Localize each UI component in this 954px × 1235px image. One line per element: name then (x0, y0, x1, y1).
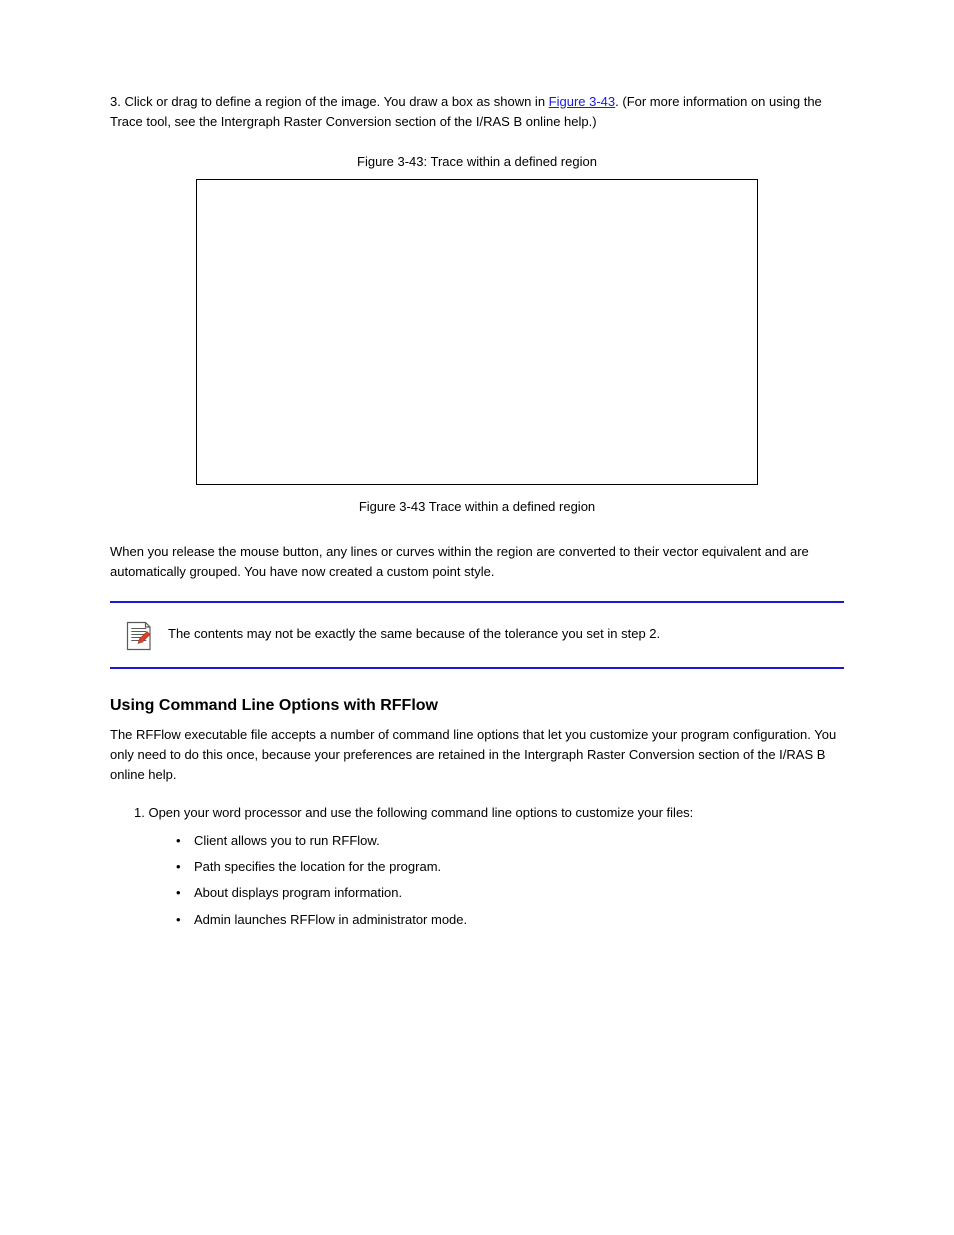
numbered-step-1: 1. Open your word processor and use the … (134, 803, 844, 823)
figure-wrapper (110, 179, 844, 485)
section-heading: Using Command Line Options with RFFlow (110, 697, 844, 715)
bullet-desc: displays program information. (228, 885, 402, 900)
bullet-about: About displays program information. (176, 883, 844, 903)
bullet-path: Path specifies the location for the prog… (176, 857, 844, 877)
bullet-desc: launches RFFlow in administrator mode. (231, 912, 467, 927)
intro-paragraph: 3. Click or drag to define a region of t… (110, 92, 844, 132)
bullet-opt: Admin (194, 912, 231, 927)
intro-text-before: 3. Click or drag to define a region of t… (110, 94, 549, 109)
bullet-admin: Admin launches RFFlow in administrator m… (176, 910, 844, 930)
note-callout: The contents may not be exactly the same… (110, 601, 844, 669)
note-text: The contents may not be exactly the same… (162, 624, 840, 644)
bullet-desc: allows you to run RFFlow. (227, 833, 379, 848)
figure-link[interactable]: Figure 3-43 (549, 94, 615, 109)
post-figure-paragraph: When you release the mouse button, any l… (110, 542, 844, 582)
figure-caption-bottom: Figure 3-43 Trace within a defined regio… (110, 499, 844, 514)
note-icon (114, 617, 162, 653)
figure-caption-top: Figure 3-43: Trace within a defined regi… (110, 154, 844, 169)
bullet-opt: About (194, 885, 228, 900)
bullet-opt: Path (194, 859, 221, 874)
section-body: The RFFlow executable file accepts a num… (110, 725, 844, 785)
bullet-opt: Client (194, 833, 227, 848)
figure-placeholder (196, 179, 758, 485)
bullet-desc: specifies the location for the program. (221, 859, 441, 874)
bullet-client: Client allows you to run RFFlow. (176, 831, 844, 851)
